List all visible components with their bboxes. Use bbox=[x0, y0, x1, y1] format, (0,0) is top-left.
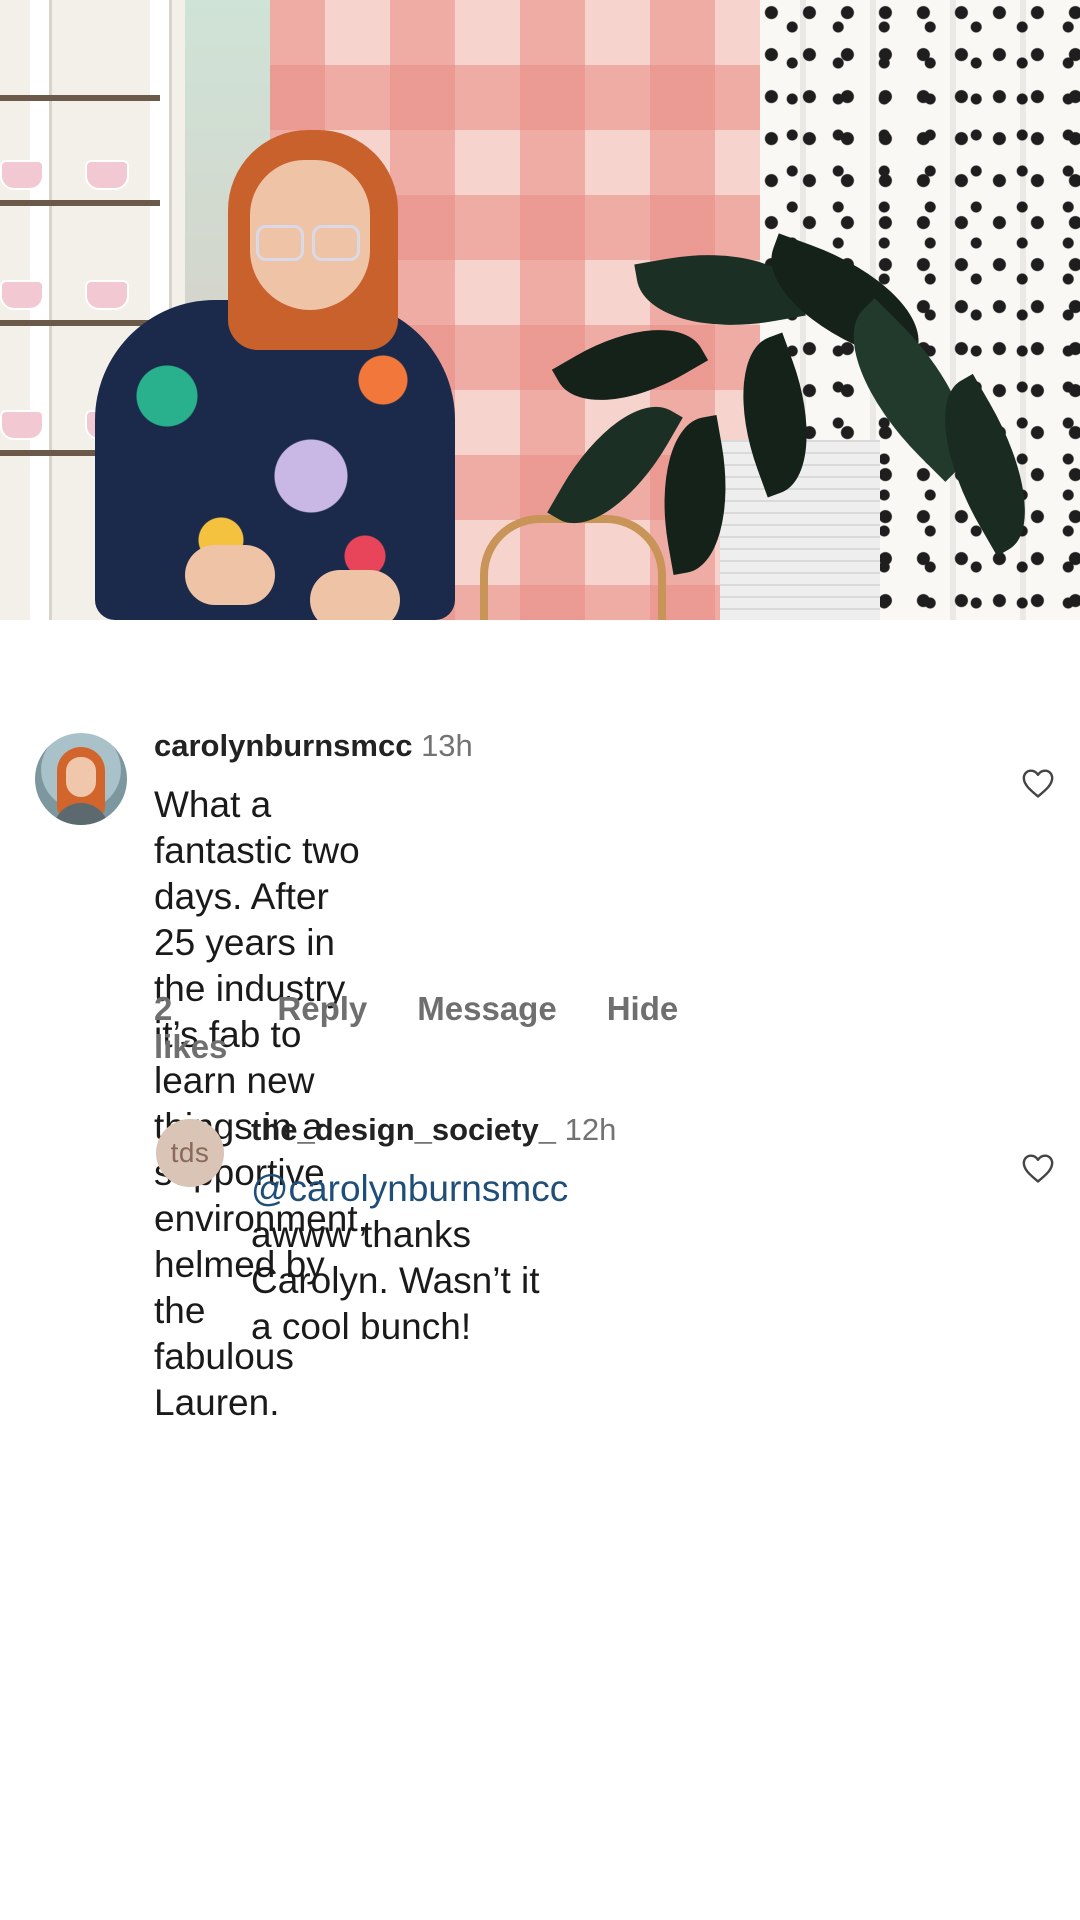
hide-button[interactable]: Hide bbox=[607, 990, 679, 1066]
heart-icon[interactable] bbox=[1021, 1152, 1055, 1184]
likes-count-button[interactable]: 2 likes bbox=[154, 990, 227, 1066]
comment-header: the_design_society_ 12h bbox=[251, 1112, 616, 1148]
comment-text-fragment: awww thanks bbox=[251, 1214, 472, 1255]
comment-text-line: What a fantastic two days. After 25 year… bbox=[154, 784, 360, 963]
comment-header: carolynburnsmcc 13h bbox=[154, 728, 473, 764]
comment-actions: 2 likes Reply Message Hide bbox=[154, 990, 678, 1066]
reply-button[interactable]: Reply bbox=[277, 990, 367, 1066]
avatar[interactable] bbox=[35, 733, 127, 825]
comment-text-line: @carolynburnsmcc awww thanks bbox=[251, 1166, 568, 1258]
comment-timestamp: 12h bbox=[564, 1112, 617, 1147]
rattan-chair bbox=[480, 515, 666, 620]
avatar[interactable]: tds bbox=[156, 1119, 224, 1187]
mention-link[interactable]: @carolynburnsmcc bbox=[251, 1168, 568, 1209]
heart-icon[interactable] bbox=[1021, 767, 1055, 799]
message-button[interactable]: Message bbox=[417, 990, 556, 1066]
comment-timestamp: 13h bbox=[421, 728, 473, 763]
comment-text-line: Carolyn. Wasn’t it a cool bunch! bbox=[251, 1260, 540, 1347]
avatar-initials: tds bbox=[170, 1137, 210, 1168]
comment-username[interactable]: the_design_society_ bbox=[251, 1112, 556, 1147]
post-photo bbox=[0, 0, 1080, 620]
comment-username[interactable]: carolynburnsmcc bbox=[154, 728, 412, 763]
comment-text: @carolynburnsmcc awww thanks Carolyn. Wa… bbox=[251, 1166, 568, 1350]
